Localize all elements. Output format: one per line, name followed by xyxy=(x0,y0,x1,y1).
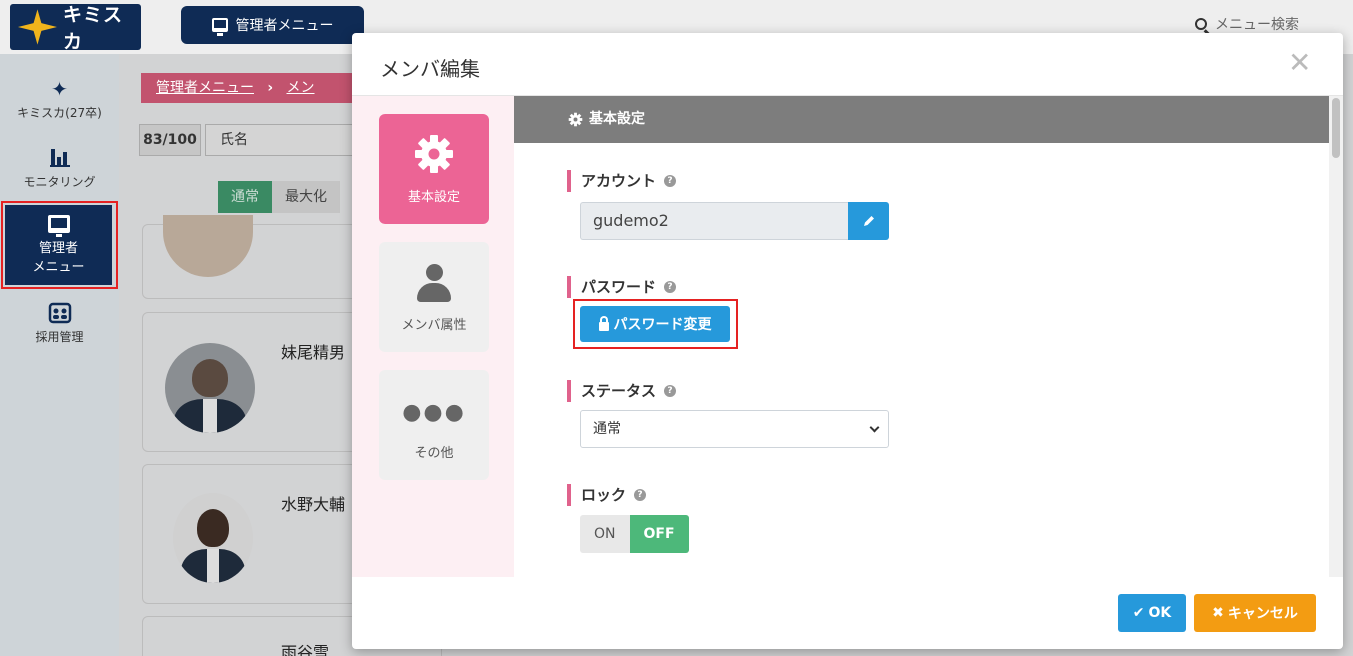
avatar xyxy=(163,215,253,277)
modal-body: 基本設定 メンバ属性 ●●● その他 基本設定 アカウント ? gudemo2 … xyxy=(352,95,1343,577)
tab-basic-settings[interactable]: 基本設定 xyxy=(379,114,489,224)
gear-icon xyxy=(415,135,453,173)
account-field: gudemo2 xyxy=(580,202,889,240)
status-label-text: ステータス xyxy=(581,382,657,400)
help-icon[interactable]: ? xyxy=(664,175,677,187)
account-label-text: アカウント xyxy=(581,172,657,190)
breadcrumb-separator: › xyxy=(267,80,274,96)
tab-label: メンバ属性 xyxy=(401,318,467,333)
tab-column: 基本設定 メンバ属性 ●●● その他 xyxy=(352,96,514,577)
sort-select[interactable]: 氏名 xyxy=(205,124,355,156)
lock-label: ロック ? xyxy=(567,484,647,506)
lock-label-text: ロック xyxy=(581,486,627,504)
avatar xyxy=(173,493,253,583)
chart-icon xyxy=(49,149,70,167)
password-label-text: パスワード xyxy=(581,278,657,296)
account-label: アカウント ? xyxy=(567,170,677,192)
section-header: 基本設定 xyxy=(514,96,1329,143)
tab-other[interactable]: ●●● その他 xyxy=(379,370,489,480)
help-icon[interactable]: ? xyxy=(664,385,677,397)
user-icon xyxy=(417,264,451,302)
lock-toggle: ON OFF xyxy=(580,515,689,553)
avatar xyxy=(165,343,255,433)
ellipsis-icon: ●●● xyxy=(402,400,466,425)
gear-icon xyxy=(568,112,583,127)
ok-label: OK xyxy=(1148,605,1172,621)
section-header-label: 基本設定 xyxy=(589,111,645,127)
modal-title: メンバ編集 xyxy=(380,57,480,81)
check-icon: ✔ xyxy=(1132,605,1145,621)
member-name: 妹尾精男 xyxy=(281,343,346,362)
close-icon: ✖ xyxy=(1212,605,1224,621)
member-edit-modal: メンバ編集 ✕ 基本設定 メンバ属性 ●●● その他 基本設定 アカウント ? … xyxy=(352,33,1343,649)
highlight-box xyxy=(573,299,738,349)
status-select-value: 通常 xyxy=(593,421,621,437)
help-icon[interactable]: ? xyxy=(634,489,647,501)
close-icon[interactable]: ✕ xyxy=(1288,49,1311,77)
settings-panel: 基本設定 アカウント ? gudemo2 パスワード ? パスワード変更 ステー… xyxy=(514,96,1329,577)
ok-button[interactable]: ✔ OK xyxy=(1118,594,1186,632)
member-name: 雨谷雪 xyxy=(281,643,330,656)
sidebar-item-monitoring[interactable]: モニタリング xyxy=(0,145,119,190)
sidebar-item-label: キミスカ(27卒) xyxy=(17,106,102,120)
pencil-icon xyxy=(863,216,874,226)
search-icon xyxy=(1195,18,1207,30)
monitor-icon xyxy=(211,18,228,36)
breadcrumb-current[interactable]: メン xyxy=(287,80,315,96)
scroll-thumb[interactable] xyxy=(1332,98,1340,158)
breadcrumb: 管理者メニュー › メン xyxy=(141,73,371,103)
admin-menu-label: 管理者メニュー xyxy=(235,18,334,34)
view-toggle: 通常 最大化 xyxy=(218,181,340,213)
sidebar-item-kimisuka[interactable]: ✦ キミスカ(27卒) xyxy=(0,78,119,121)
account-input[interactable]: gudemo2 xyxy=(580,202,848,240)
id-card-icon xyxy=(48,302,71,324)
app-logo[interactable]: キミスカ xyxy=(10,4,141,53)
tab-member-attributes[interactable]: メンバ属性 xyxy=(379,242,489,352)
help-icon[interactable]: ? xyxy=(664,281,677,293)
tab-label: その他 xyxy=(414,446,454,461)
star-icon: ✦ xyxy=(51,77,68,101)
admin-menu-button[interactable]: 管理者メニュー xyxy=(181,6,364,44)
sidebar: ✦ キミスカ(27卒) モニタリング 管理者 メニュー 採用管理 xyxy=(0,54,119,656)
scrollbar[interactable] xyxy=(1329,96,1343,577)
view-max-button[interactable]: 最大化 xyxy=(272,181,340,213)
chevron-down-icon xyxy=(869,422,880,433)
member-name: 水野大輔 xyxy=(281,495,346,514)
password-label: パスワード ? xyxy=(567,276,677,298)
logo-text: キミスカ xyxy=(62,4,123,53)
status-label: ステータス ? xyxy=(567,380,677,402)
member-count: 83/100 xyxy=(139,124,201,156)
cancel-button[interactable]: ✖ キャンセル xyxy=(1194,594,1316,632)
view-normal-button[interactable]: 通常 xyxy=(218,181,272,213)
lock-off-option[interactable]: OFF xyxy=(629,515,689,553)
tab-label: 基本設定 xyxy=(407,190,460,205)
highlight-box xyxy=(1,201,118,289)
star-logo-icon xyxy=(17,9,57,45)
menu-search[interactable]: メニュー検索 xyxy=(1195,14,1299,34)
sidebar-item-label: モニタリング xyxy=(23,175,96,189)
lock-on-option[interactable]: ON xyxy=(580,515,630,553)
edit-account-button[interactable] xyxy=(848,202,889,240)
menu-search-placeholder: メニュー検索 xyxy=(1215,17,1299,33)
breadcrumb-root[interactable]: 管理者メニュー xyxy=(156,80,254,96)
status-select[interactable]: 通常 xyxy=(580,410,889,448)
sidebar-item-label: 採用管理 xyxy=(35,330,84,344)
cancel-label: キャンセル xyxy=(1227,606,1298,622)
sort-select-value: 氏名 xyxy=(220,132,248,148)
sidebar-item-recruiting[interactable]: 採用管理 xyxy=(0,302,119,345)
